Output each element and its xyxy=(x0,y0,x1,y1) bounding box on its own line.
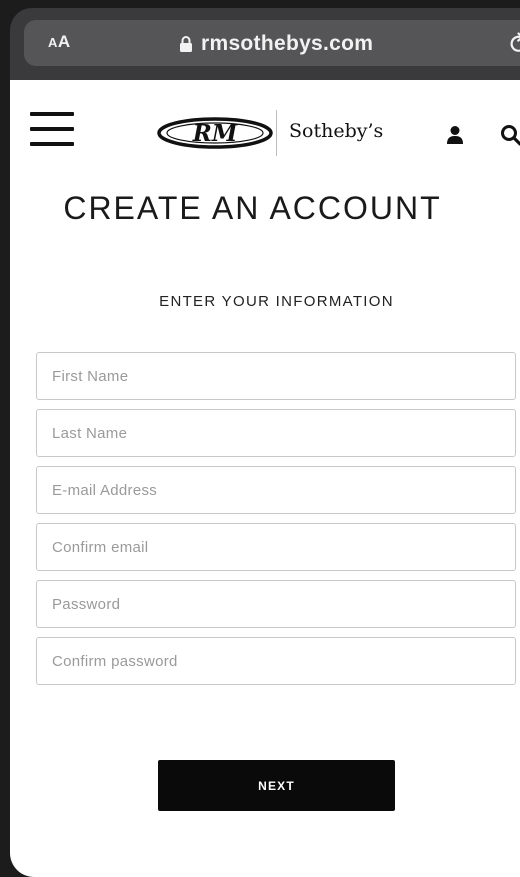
last-name-field[interactable] xyxy=(36,409,516,457)
rm-logo[interactable]: RM xyxy=(156,116,274,150)
address-bar[interactable]: AA rmsothebys.com xyxy=(24,20,520,66)
phone-screen: AA rmsothebys.com RM Sotheby’s CREATE AN… xyxy=(0,0,520,877)
email-field[interactable] xyxy=(36,466,516,514)
site-identity: rmsothebys.com xyxy=(179,32,373,56)
logo-divider xyxy=(276,110,277,156)
rm-logo-mark: RM xyxy=(192,120,239,147)
sothebys-wordmark[interactable]: Sotheby’s xyxy=(289,120,383,142)
hamburger-menu-icon[interactable] xyxy=(30,112,74,146)
text-size-small-label: A xyxy=(48,35,58,50)
reload-icon[interactable] xyxy=(508,31,520,55)
url-domain: rmsothebys.com xyxy=(201,32,374,55)
search-icon[interactable] xyxy=(500,124,520,146)
user-icon[interactable] xyxy=(446,125,464,145)
text-size-button[interactable]: AA xyxy=(48,32,71,52)
section-heading: ENTER YOUR INFORMATION xyxy=(159,293,394,310)
page-title: CREATE AN ACCOUNT xyxy=(63,190,442,226)
confirm-password-field[interactable] xyxy=(36,637,516,685)
web-page: RM Sotheby’s CREATE AN ACCOUNT ENTER YOU… xyxy=(10,80,520,877)
lock-icon xyxy=(180,36,192,52)
password-field[interactable] xyxy=(36,580,516,628)
first-name-field[interactable] xyxy=(36,352,516,400)
confirm-email-field[interactable] xyxy=(36,523,516,571)
next-button[interactable]: NEXT xyxy=(158,760,395,811)
text-size-large-label: A xyxy=(57,32,71,51)
browser-toolbar: AA rmsothebys.com xyxy=(10,8,520,80)
